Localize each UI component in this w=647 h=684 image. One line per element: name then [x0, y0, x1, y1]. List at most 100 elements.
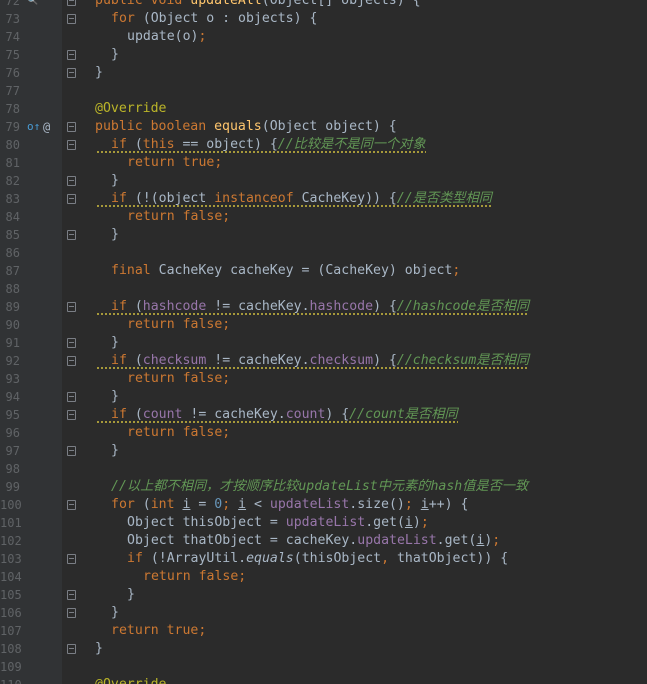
- fold-collapse-icon[interactable]: [67, 446, 76, 456]
- gutter[interactable]: 91: [0, 334, 62, 352]
- gutter[interactable]: 76: [0, 64, 62, 82]
- gutter[interactable]: 109: [0, 658, 62, 676]
- fold-collapse-icon[interactable]: [67, 50, 76, 60]
- gutter[interactable]: 86: [0, 244, 62, 262]
- gutter[interactable]: 83: [0, 190, 62, 208]
- code-text[interactable]: return false;: [127, 316, 230, 334]
- code-text[interactable]: }: [111, 388, 119, 406]
- code-line[interactable]: 88: [0, 280, 647, 298]
- gutter[interactable]: 98: [0, 460, 62, 478]
- code-line[interactable]: 78 @Override: [0, 100, 647, 118]
- code-line[interactable]: 82}: [0, 172, 647, 190]
- code-line[interactable]: 100 for (int i = 0; i < updateList.size()…: [0, 496, 647, 514]
- gutter[interactable]: 79 o↑ @: [0, 118, 62, 136]
- gutter[interactable]: 85: [0, 226, 62, 244]
- annotation-marker-icon[interactable]: @: [43, 118, 50, 136]
- code-line[interactable]: 80 if (this == object) {//比较是不是同一个对象: [0, 136, 647, 154]
- gutter[interactable]: 107: [0, 622, 62, 640]
- gutter[interactable]: 94: [0, 388, 62, 406]
- fold-expand-icon[interactable]: [67, 500, 76, 510]
- fold-collapse-icon[interactable]: [67, 392, 76, 402]
- gutter[interactable]: 102: [0, 532, 62, 550]
- code-line[interactable]: 94}: [0, 388, 647, 406]
- code-line[interactable]: 104 return false;: [0, 568, 647, 586]
- code-line[interactable]: 83 if (!(object instanceof CacheKey)) {//…: [0, 190, 647, 208]
- code-line[interactable]: 108}: [0, 640, 647, 658]
- code-text[interactable]: @Override: [95, 676, 166, 684]
- code-text[interactable]: return true;: [111, 622, 206, 640]
- gutter[interactable]: 77: [0, 82, 62, 100]
- gutter[interactable]: 84: [0, 208, 62, 226]
- code-line[interactable]: 98: [0, 460, 647, 478]
- fold-collapse-icon[interactable]: [67, 338, 76, 348]
- gutter[interactable]: 88: [0, 280, 62, 298]
- code-line[interactable]: 90 return false;: [0, 316, 647, 334]
- code-line[interactable]: 91}: [0, 334, 647, 352]
- fold-expand-icon[interactable]: [67, 0, 76, 6]
- code-text[interactable]: }: [111, 172, 119, 190]
- fold-collapse-icon[interactable]: [67, 176, 76, 186]
- code-text[interactable]: }: [111, 442, 119, 460]
- code-text[interactable]: }: [95, 64, 103, 82]
- gutter[interactable]: 92: [0, 352, 62, 370]
- code-line[interactable]: 102 Object thatObject = cacheKey.updateLi…: [0, 532, 647, 550]
- gutter[interactable]: 104: [0, 568, 62, 586]
- code-text[interactable]: }: [127, 586, 135, 604]
- code-line[interactable]: 75}: [0, 46, 647, 64]
- fold-collapse-icon[interactable]: [67, 68, 76, 78]
- code-text[interactable]: }: [111, 226, 119, 244]
- code-line[interactable]: 103 if (!ArrayUtil.equals(thisObject, tha…: [0, 550, 647, 568]
- gutter[interactable]: 97: [0, 442, 62, 460]
- gutter[interactable]: 100: [0, 496, 62, 514]
- fold-collapse-icon[interactable]: [67, 590, 76, 600]
- code-line[interactable]: 84 return false;: [0, 208, 647, 226]
- gutter[interactable]: 105: [0, 586, 62, 604]
- gutter[interactable]: 95: [0, 406, 62, 424]
- code-line[interactable]: 97}: [0, 442, 647, 460]
- code-line[interactable]: 86: [0, 244, 647, 262]
- code-line[interactable]: 77: [0, 82, 647, 100]
- fold-expand-icon[interactable]: [67, 122, 76, 132]
- gutter[interactable]: 93: [0, 370, 62, 388]
- code-line[interactable]: 105}: [0, 586, 647, 604]
- code-line[interactable]: 85}: [0, 226, 647, 244]
- code-text[interactable]: }: [95, 640, 103, 658]
- gutter[interactable]: 103: [0, 550, 62, 568]
- gutter[interactable]: 82: [0, 172, 62, 190]
- code-text[interactable]: return false;: [127, 208, 230, 226]
- code-line[interactable]: 89 if (hashcode != cacheKey.hashcode) {//…: [0, 298, 647, 316]
- gutter[interactable]: 78: [0, 100, 62, 118]
- fold-collapse-icon[interactable]: [67, 230, 76, 240]
- fold-expand-icon[interactable]: [67, 302, 76, 312]
- code-text[interactable]: }: [111, 46, 119, 64]
- code-text[interactable]: final CacheKey cacheKey = (CacheKey) obj…: [111, 262, 460, 280]
- override-method-icon[interactable]: o↑: [27, 118, 40, 136]
- code-text[interactable]: Object thisObject = updateList.get(i);: [127, 514, 429, 532]
- code-text[interactable]: }: [111, 604, 119, 622]
- gutter[interactable]: 101: [0, 514, 62, 532]
- code-line[interactable]: 73 for (Object o : objects) {: [0, 10, 647, 28]
- gutter[interactable]: 87: [0, 262, 62, 280]
- fold-expand-icon[interactable]: [67, 140, 76, 150]
- code-text[interactable]: //以上都不相同，才按顺序比较updateList中元素的hash值是否一致: [111, 478, 528, 496]
- code-text[interactable]: public boolean equals(Object object) {: [95, 118, 397, 136]
- code-text[interactable]: Object thatObject = cacheKey.updateList.…: [127, 532, 500, 550]
- code-line[interactable]: 99 //以上都不相同，才按顺序比较updateList中元素的hash值是否一致: [0, 478, 647, 496]
- code-line[interactable]: 81 return true;: [0, 154, 647, 172]
- fold-expand-icon[interactable]: [67, 554, 76, 564]
- code-text[interactable]: return false;: [143, 568, 246, 586]
- fold-collapse-icon[interactable]: [67, 608, 76, 618]
- fold-expand-icon[interactable]: [67, 194, 76, 204]
- code-line[interactable]: 95 if (count != cacheKey.count) {//count是…: [0, 406, 647, 424]
- gutter[interactable]: 110: [0, 676, 62, 684]
- code-line[interactable]: 92 if (checksum != cacheKey.checksum) {//…: [0, 352, 647, 370]
- code-editor[interactable]: 72 🔍 public void updateAll(Object[] object…: [0, 0, 647, 684]
- code-text[interactable]: return true;: [127, 154, 222, 172]
- code-line[interactable]: 96 return false;: [0, 424, 647, 442]
- code-line[interactable]: 74 update(o);: [0, 28, 647, 46]
- code-line[interactable]: 107 return true;: [0, 622, 647, 640]
- gutter[interactable]: 75: [0, 46, 62, 64]
- code-text[interactable]: @Override: [95, 100, 166, 118]
- fold-collapse-icon[interactable]: [67, 644, 76, 654]
- find-usages-icon[interactable]: 🔍: [27, 0, 38, 10]
